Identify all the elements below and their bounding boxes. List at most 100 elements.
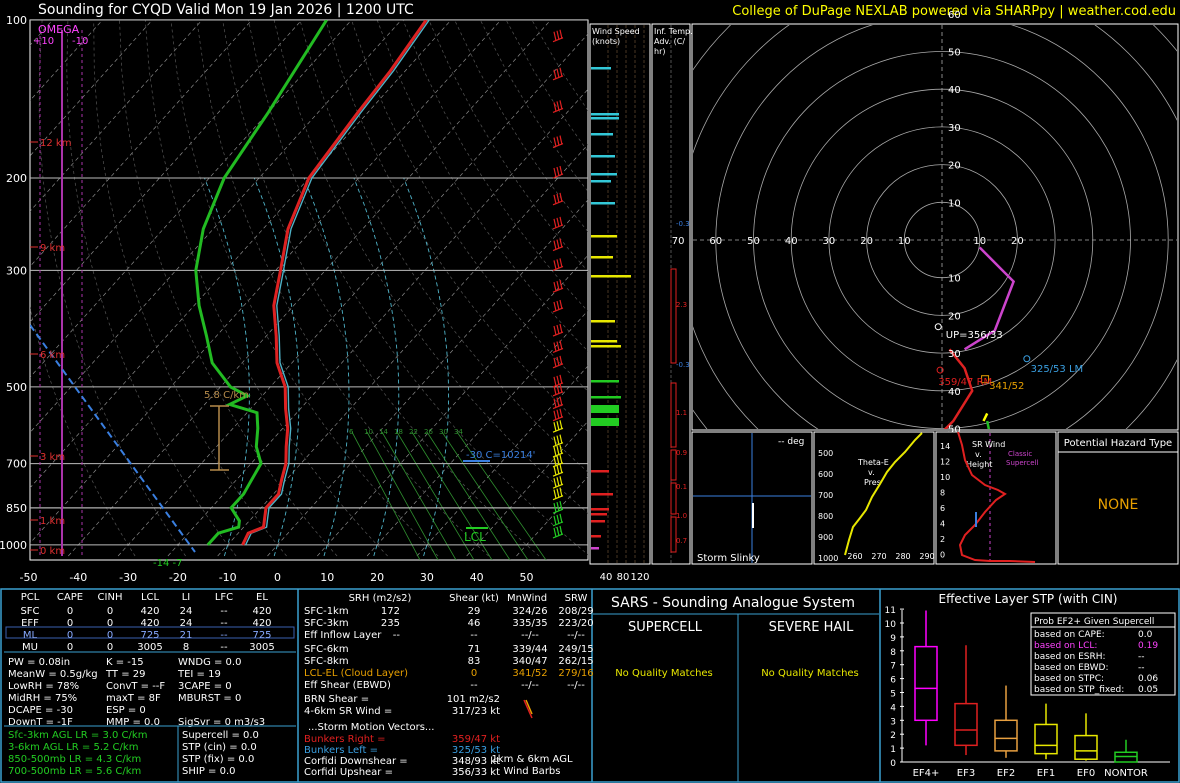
kin-value: 324/26 (512, 606, 547, 617)
hodo-frame (691, 23, 1179, 431)
parcel-cell: 24 (180, 618, 193, 629)
theta-title: v. (868, 468, 875, 477)
kin-label: Eff Inflow Layer (304, 630, 382, 641)
height-label: 1 km (40, 516, 65, 527)
theta-pres: 600 (818, 470, 833, 479)
kin-value: 262/15 (558, 656, 593, 667)
parcel-cell: 420 (140, 606, 159, 617)
kin-value: 208/29 (558, 606, 593, 617)
kin-header: SRW (565, 593, 588, 604)
parcel-cell: 0 (107, 606, 113, 617)
sfc-values: -14 -7 (153, 558, 182, 569)
srwind-height: 14 (940, 442, 950, 451)
index-text: maxT = 8F (106, 693, 161, 704)
temp-tick-label: 30 (420, 571, 434, 584)
wind-speed-bar (591, 396, 621, 399)
parcel-header: CINH (98, 592, 123, 603)
temp-adv-value: 1.1 (676, 409, 687, 417)
parcel-cell: 3005 (249, 642, 274, 653)
hodo-x-label: 10 (973, 236, 986, 247)
hodo-ring-label: 60 (948, 10, 961, 21)
kin-value: 29 (468, 606, 481, 617)
stp-category: EF3 (957, 768, 975, 779)
composite-index: Supercell = 0.0 (182, 730, 259, 741)
parcel-header: LCL (141, 592, 160, 603)
wind-speed-frame (589, 23, 651, 565)
prob-value: 0.06 (1138, 674, 1158, 684)
kin-value: 235 (381, 618, 400, 629)
index-text: TEI = 19 (177, 669, 221, 680)
hodo-x-label: 30 (823, 236, 836, 247)
index-text: LowRH = 78% (8, 681, 79, 692)
sars-hail-value: No Quality Matches (761, 668, 859, 679)
index-text: ConvT = --F (106, 681, 165, 692)
srwind-classic-label: Supercell (1006, 459, 1038, 467)
wind-speed-bar (591, 275, 631, 278)
parcel-cell: 420 (252, 606, 271, 617)
sars-supercell: SUPERCELL (628, 620, 703, 635)
lcl-label: LCL (464, 530, 486, 544)
srwind-height: 8 (940, 489, 945, 498)
temp-tick-label: -10 (219, 571, 237, 584)
theta-x: 280 (895, 552, 910, 561)
wind-speed-bar (591, 418, 619, 426)
ws-label: (knots) (592, 37, 620, 46)
lapse-rate: Sfc-3km AGL LR = 3.0 C/km (8, 730, 147, 741)
kin-value: 335/35 (512, 618, 547, 629)
wind-speed-bar (591, 155, 615, 158)
parcel-cell: 420 (252, 618, 271, 629)
prob-value: 0.0 (1138, 630, 1153, 640)
parcel-cell: 21 (180, 630, 193, 641)
barbs-label: 1km & 6km AGL (491, 754, 573, 765)
stp-ytick: 0 (890, 759, 896, 769)
pressure-label: 500 (6, 381, 27, 394)
mixing-ratio-label: 14 (379, 428, 388, 436)
mixing-ratio-label: 34 (454, 428, 463, 436)
index-text: PW = 0.08in (8, 657, 70, 668)
temp-adv-value: 0.1 (676, 483, 687, 491)
temp-tick-label: 40 (470, 571, 484, 584)
kin-value: 340/47 (512, 656, 547, 667)
mixing-ratio-label: 26 (424, 428, 433, 436)
kin-value: 0 (471, 668, 477, 679)
hodo-ring-label: 30 (948, 123, 961, 134)
prob-label: based on EBWD: (1034, 663, 1109, 673)
index-text: 3CAPE = 0 (178, 681, 232, 692)
parcel-cell: 0 (107, 618, 113, 629)
kin-value: --/-- (521, 680, 539, 691)
parcel-cell: -- (220, 606, 228, 617)
wind-speed-bar (591, 513, 607, 516)
parcel-cell: SFC (20, 606, 39, 617)
ws-tick: 80 (617, 572, 630, 583)
stp-box (994, 719, 1018, 752)
theta-pres: 1000 (818, 554, 838, 563)
height-label: 0 km (40, 546, 65, 557)
parcel-cell: 725 (140, 630, 159, 641)
stp-box (914, 645, 938, 722)
stp-box (1074, 734, 1098, 760)
stp-ytick: 5 (890, 690, 896, 700)
wind-speed-bar (591, 470, 609, 473)
wind-speed-bar (591, 256, 613, 259)
height-label: 3 km (40, 452, 65, 463)
theta-x: 290 (919, 552, 934, 561)
bottom-panels: PCL CAPE CINH LCL LI LFC ELSFC 0 0 420 24 -- 420EFF 0… (0, 588, 1180, 783)
prob-title: Prob EF2+ Given Supercell (1034, 617, 1154, 627)
index-text: ESP = 0 (106, 705, 146, 716)
prob-value: 0.05 (1138, 685, 1158, 695)
parcel-cell: 0 (67, 606, 73, 617)
hodo-x-label: 60 (709, 236, 722, 247)
composite-index: STP (cin) = 0.0 (182, 742, 257, 753)
brn-label: BRN Shear = (304, 694, 369, 705)
temp-tick-label: -40 (69, 571, 87, 584)
kin-label: SFC-8km (304, 656, 349, 667)
pressure-label: 1000 (0, 539, 27, 552)
wind-speed-bar (591, 345, 621, 348)
temp-tick-label: 20 (370, 571, 384, 584)
ws-tick: 40 (600, 572, 613, 583)
mixing-ratio-label: 22 (409, 428, 418, 436)
barbs-label: Wind Barbs (504, 766, 561, 777)
index-text: K = -15 (106, 657, 144, 668)
stp-ytick: 10 (885, 620, 897, 630)
ws-tick: 120 (630, 572, 649, 583)
